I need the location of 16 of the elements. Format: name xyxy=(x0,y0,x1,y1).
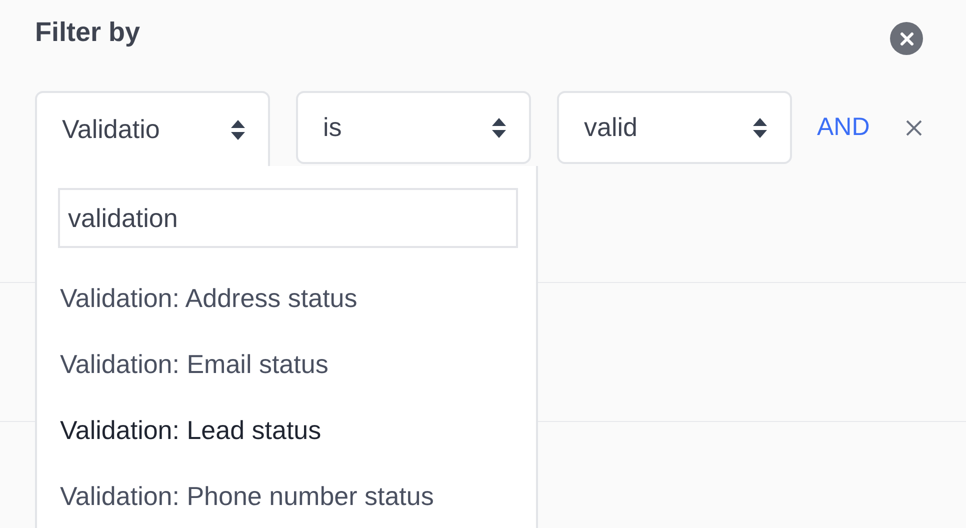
and-link[interactable]: AND xyxy=(817,108,870,146)
menu-option[interactable]: Validation: Lead status xyxy=(58,413,515,448)
filter-select[interactable]: valid xyxy=(557,91,792,164)
menu-option[interactable]: Validation: Address status xyxy=(58,281,515,316)
menu-option[interactable]: Validation: Phone number status xyxy=(58,479,515,514)
sort-icon xyxy=(491,116,507,138)
sort-icon xyxy=(230,118,246,140)
panel-title: Filter by xyxy=(35,16,140,49)
menu-option[interactable]: Validation: Email status xyxy=(58,347,515,382)
close-icon xyxy=(900,32,914,46)
remove-icon[interactable] xyxy=(906,120,922,136)
close-button[interactable] xyxy=(890,22,923,55)
sort-icon xyxy=(752,116,768,138)
filter-select[interactable]: is xyxy=(296,91,531,164)
filter-select[interactable]: Validatio xyxy=(35,91,270,166)
search-field[interactable]: validation xyxy=(58,188,518,248)
